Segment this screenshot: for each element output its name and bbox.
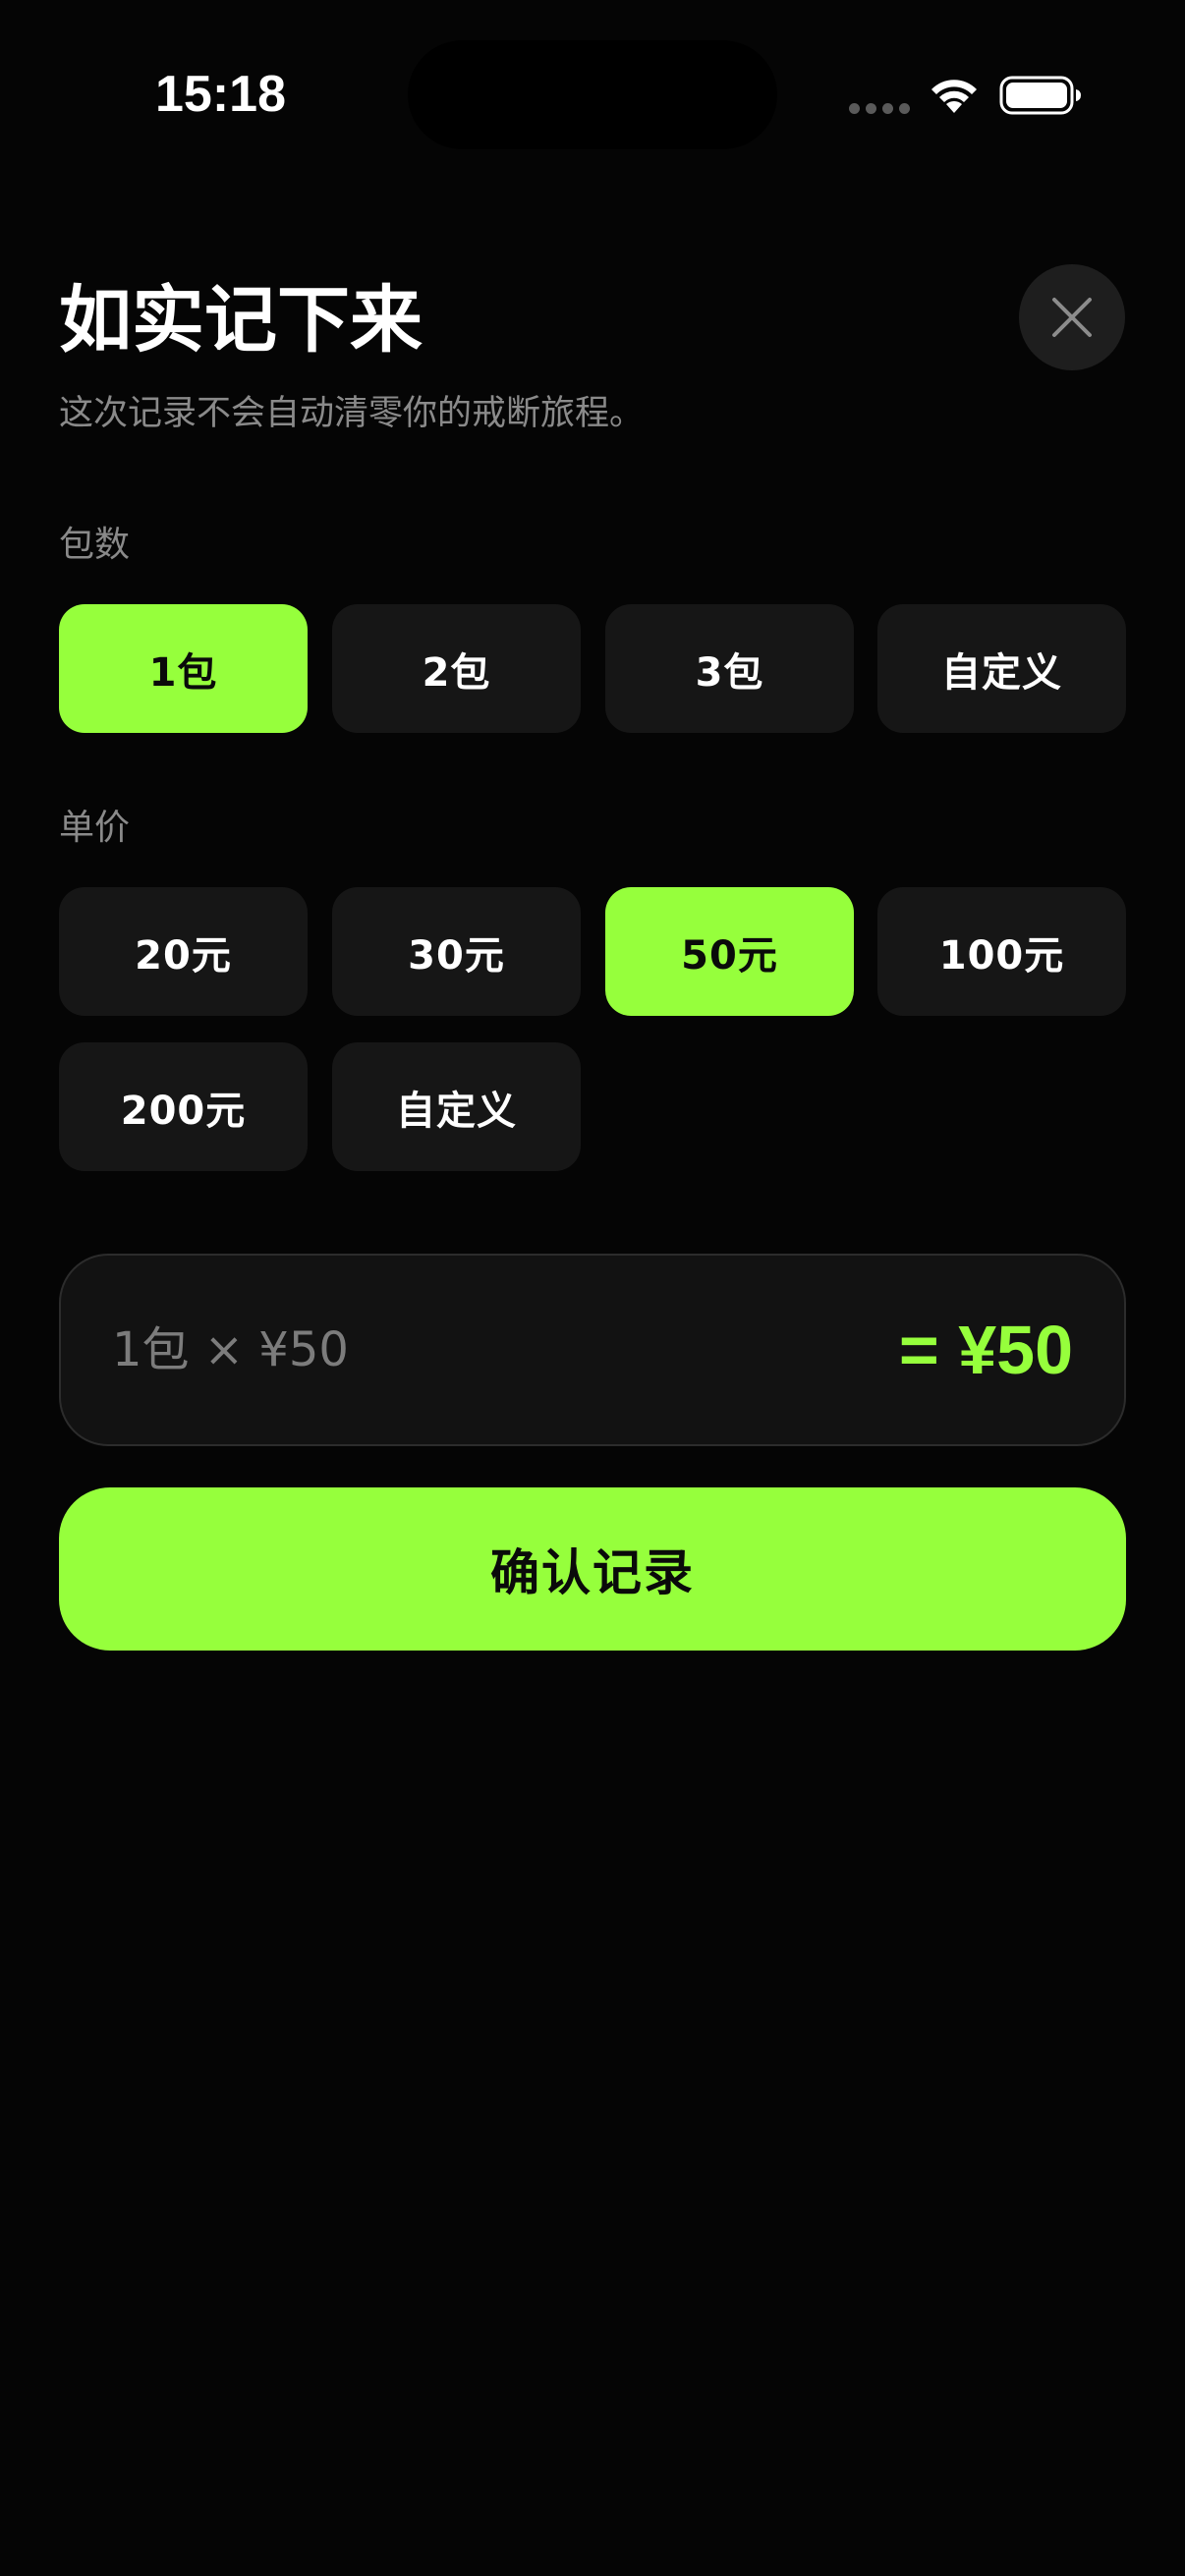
pack-option-1[interactable]: 1包 — [59, 604, 308, 733]
close-button[interactable] — [1019, 264, 1125, 370]
price-label: 单价 — [59, 808, 131, 848]
pack-option-3[interactable]: 3包 — [605, 604, 854, 733]
signal-dots-icon — [849, 103, 910, 114]
close-icon — [1052, 298, 1092, 337]
pack-option-custom[interactable]: 自定义 — [877, 604, 1126, 733]
summary-total: = ¥50 — [898, 1312, 1073, 1388]
price-option-50[interactable]: 50元 — [605, 887, 854, 1016]
summary-box: 1包 × ¥50 = ¥50 — [59, 1254, 1126, 1446]
page-title: 如实记下来 — [59, 278, 423, 363]
page-subtitle: 这次记录不会自动清零你的戒断旅程。 — [59, 394, 645, 433]
price-option-custom[interactable]: 自定义 — [332, 1042, 581, 1171]
status-time: 15:18 — [155, 66, 286, 123]
wifi-icon — [931, 80, 977, 113]
packs-label: 包数 — [59, 525, 131, 565]
price-option-20[interactable]: 20元 — [59, 887, 308, 1016]
price-option-100[interactable]: 100元 — [877, 887, 1126, 1016]
price-option-30[interactable]: 30元 — [332, 887, 581, 1016]
confirm-button[interactable]: 确认记录 — [59, 1487, 1126, 1651]
summary-formula: 1包 × ¥50 — [112, 1322, 349, 1377]
battery-icon — [999, 76, 1081, 115]
price-option-200[interactable]: 200元 — [59, 1042, 308, 1171]
pack-option-2[interactable]: 2包 — [332, 604, 581, 733]
dynamic-island — [408, 40, 777, 149]
